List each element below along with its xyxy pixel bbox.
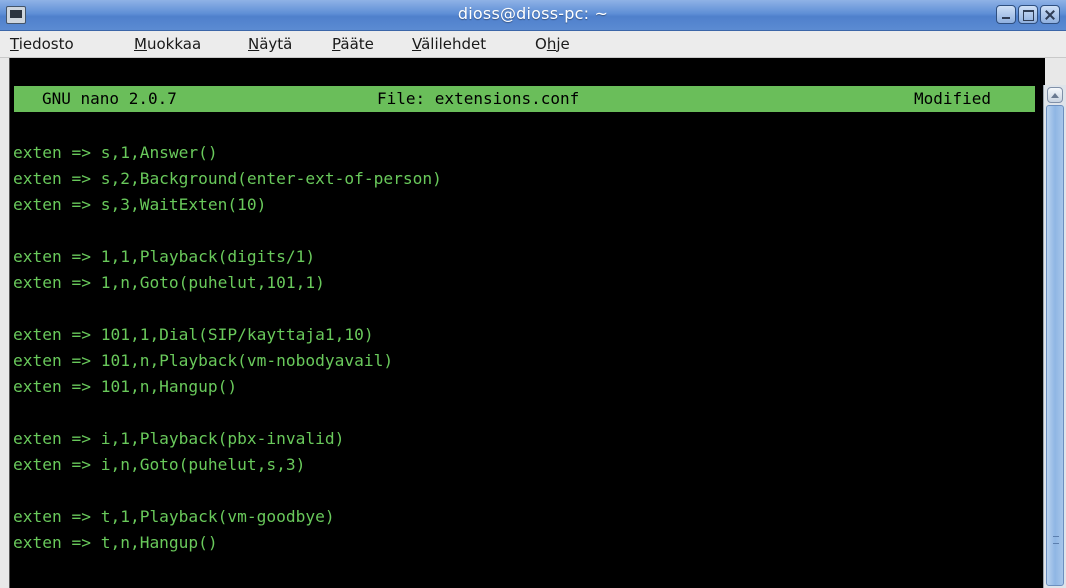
- scrollbar-thumb[interactable]: [1046, 105, 1064, 586]
- vertical-scrollbar[interactable]: [1043, 85, 1066, 588]
- scroll-up-icon[interactable]: [1047, 87, 1063, 103]
- minimize-icon[interactable]: [996, 5, 1016, 24]
- menu-paate[interactable]: Pääte: [332, 35, 374, 53]
- menu-muokkaa[interactable]: Muokkaa: [134, 35, 201, 53]
- code-line: exten => s,1,Answer(): [13, 143, 218, 162]
- code-line: exten => s,3,WaitExten(10): [13, 195, 267, 214]
- close-icon[interactable]: [1040, 5, 1060, 24]
- nano-version: GNU nano 2.0.7: [42, 89, 177, 108]
- window-title: dioss@dioss-pc: ~: [457, 4, 609, 23]
- editor-buffer[interactable]: exten => s,1,Answer() exten => s,2,Backgr…: [13, 114, 442, 556]
- terminal-window: dioss@dioss-pc: ~ Tiedosto Muokkaa Näytä…: [0, 0, 1066, 588]
- menu-tiedosto[interactable]: Tiedosto: [10, 35, 74, 53]
- code-line: exten => t,n,Hangup(): [13, 533, 218, 552]
- code-line: exten => 1,1,Playback(digits/1): [13, 247, 316, 266]
- code-line: exten => s,2,Background(enter-ext-of-per…: [13, 169, 442, 188]
- code-line: exten => 101,n,Playback(vm-nobodyavail): [13, 351, 394, 370]
- code-line: exten => 1,n,Goto(puhelut,101,1): [13, 273, 325, 292]
- menu-valilehdet[interactable]: Välilehdet: [412, 35, 486, 53]
- grip-icon: [1053, 536, 1059, 544]
- menu-nayta[interactable]: Näytä: [248, 35, 292, 53]
- maximize-icon[interactable]: [1018, 5, 1038, 24]
- code-line: exten => t,1,Playback(vm-goodbye): [13, 507, 335, 526]
- code-line: exten => i,n,Goto(puhelut,s,3): [13, 455, 306, 474]
- nano-header: GNU nano 2.0.7 File: extensions.conf Mod…: [14, 86, 1035, 112]
- code-line: exten => 101,n,Hangup(): [13, 377, 238, 396]
- code-line: exten => 101,1,Dial(SIP/kayttaja1,10): [13, 325, 374, 344]
- menu-bar: Tiedosto Muokkaa Näytä Pääte Välilehdet …: [0, 31, 1066, 58]
- nano-status: Modified: [914, 89, 992, 108]
- title-bar[interactable]: dioss@dioss-pc: ~: [0, 0, 1066, 31]
- menu-ohje[interactable]: Ohje: [535, 35, 570, 53]
- nano-filename: File: extensions.conf: [377, 89, 580, 108]
- code-line: exten => i,1,Playback(pbx-invalid): [13, 429, 345, 448]
